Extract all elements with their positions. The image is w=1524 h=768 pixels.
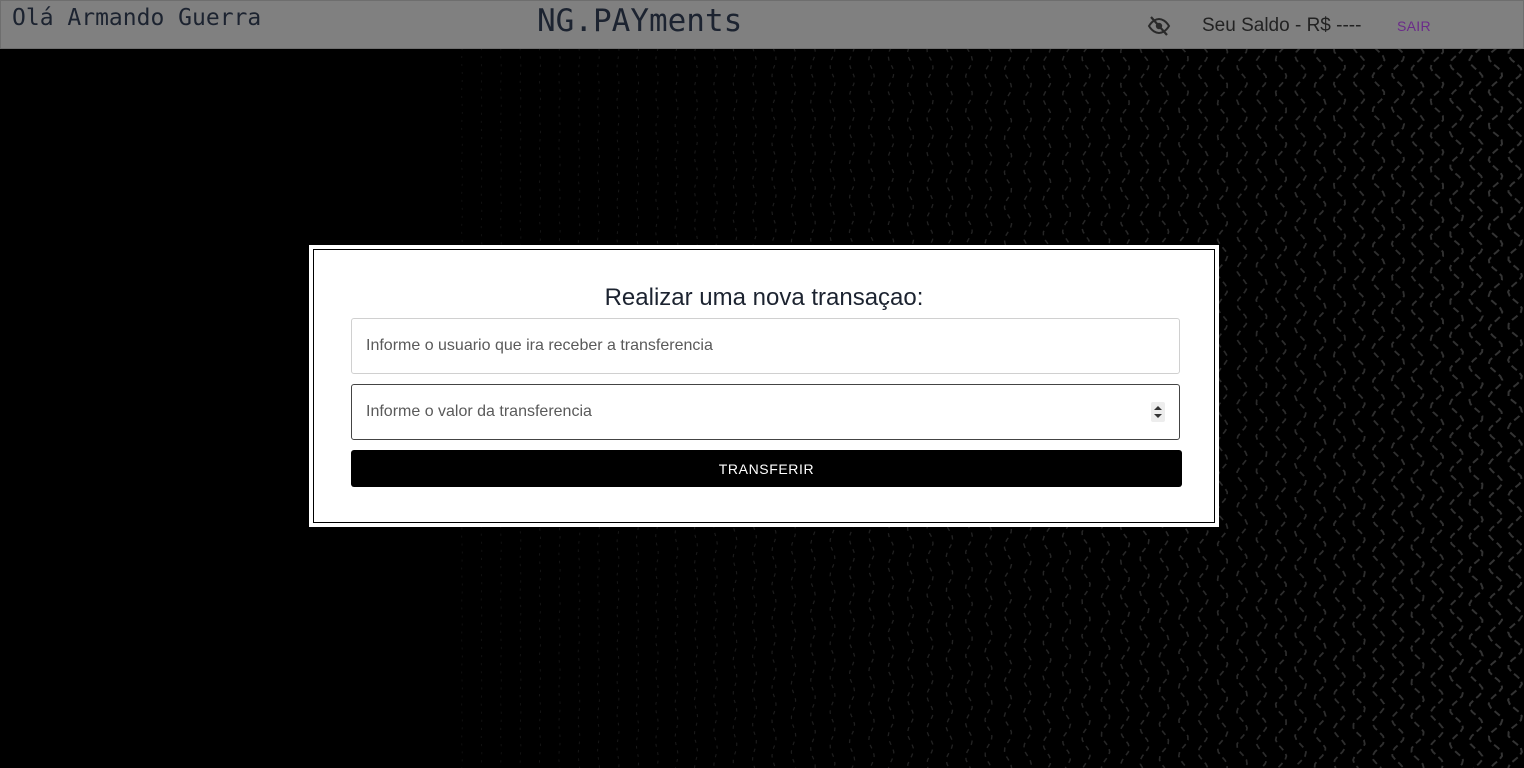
background-wave-line [1332, 47, 1347, 768]
background-wave-line [1216, 47, 1229, 768]
background-wave-line [1352, 47, 1366, 768]
recipient-user-input[interactable] [352, 319, 1179, 373]
user-greeting: Olá Armando Guerra [12, 5, 262, 31]
balance-display: Seu Saldo - R$ ---- [1202, 15, 1362, 36]
background-wave-line [1371, 47, 1386, 768]
recipient-user-field [351, 318, 1180, 374]
top-bar: Olá Armando Guerra NG.PAYments Seu Saldo… [0, 0, 1524, 49]
background-wave-line [1487, 47, 1504, 768]
background-wave-line [1236, 47, 1248, 768]
modal-title: Realizar uma nova transaçao: [604, 284, 924, 311]
background-wave-line [1255, 47, 1268, 768]
page: Olá Armando Guerra NG.PAYments Seu Saldo… [0, 0, 1524, 768]
brand-logo-text: NG.PAYments [537, 3, 743, 39]
transfer-button[interactable]: TRANSFERIR [351, 450, 1182, 487]
new-transaction-modal: Realizar uma nova transaçao: TRANSFERIR [309, 245, 1219, 527]
background-wave-line [1410, 47, 1425, 768]
spinner-up-icon[interactable] [1154, 406, 1162, 410]
background-wave-line [1294, 47, 1307, 768]
eye-off-icon[interactable] [1147, 14, 1171, 38]
background-wave-line [1448, 47, 1465, 768]
background-wave-line [1507, 47, 1523, 768]
background-wave-line [1468, 47, 1484, 768]
background-wave-line [1390, 47, 1406, 768]
transfer-amount-field [351, 384, 1180, 440]
transfer-amount-input[interactable] [352, 385, 1179, 439]
background-wave-line [1313, 47, 1327, 768]
number-spinner[interactable] [1151, 402, 1165, 422]
background-wave-line [1274, 47, 1288, 768]
background-wave-line [1429, 47, 1445, 768]
spinner-down-icon[interactable] [1154, 414, 1162, 418]
logout-button[interactable]: SAIR [1397, 18, 1431, 34]
